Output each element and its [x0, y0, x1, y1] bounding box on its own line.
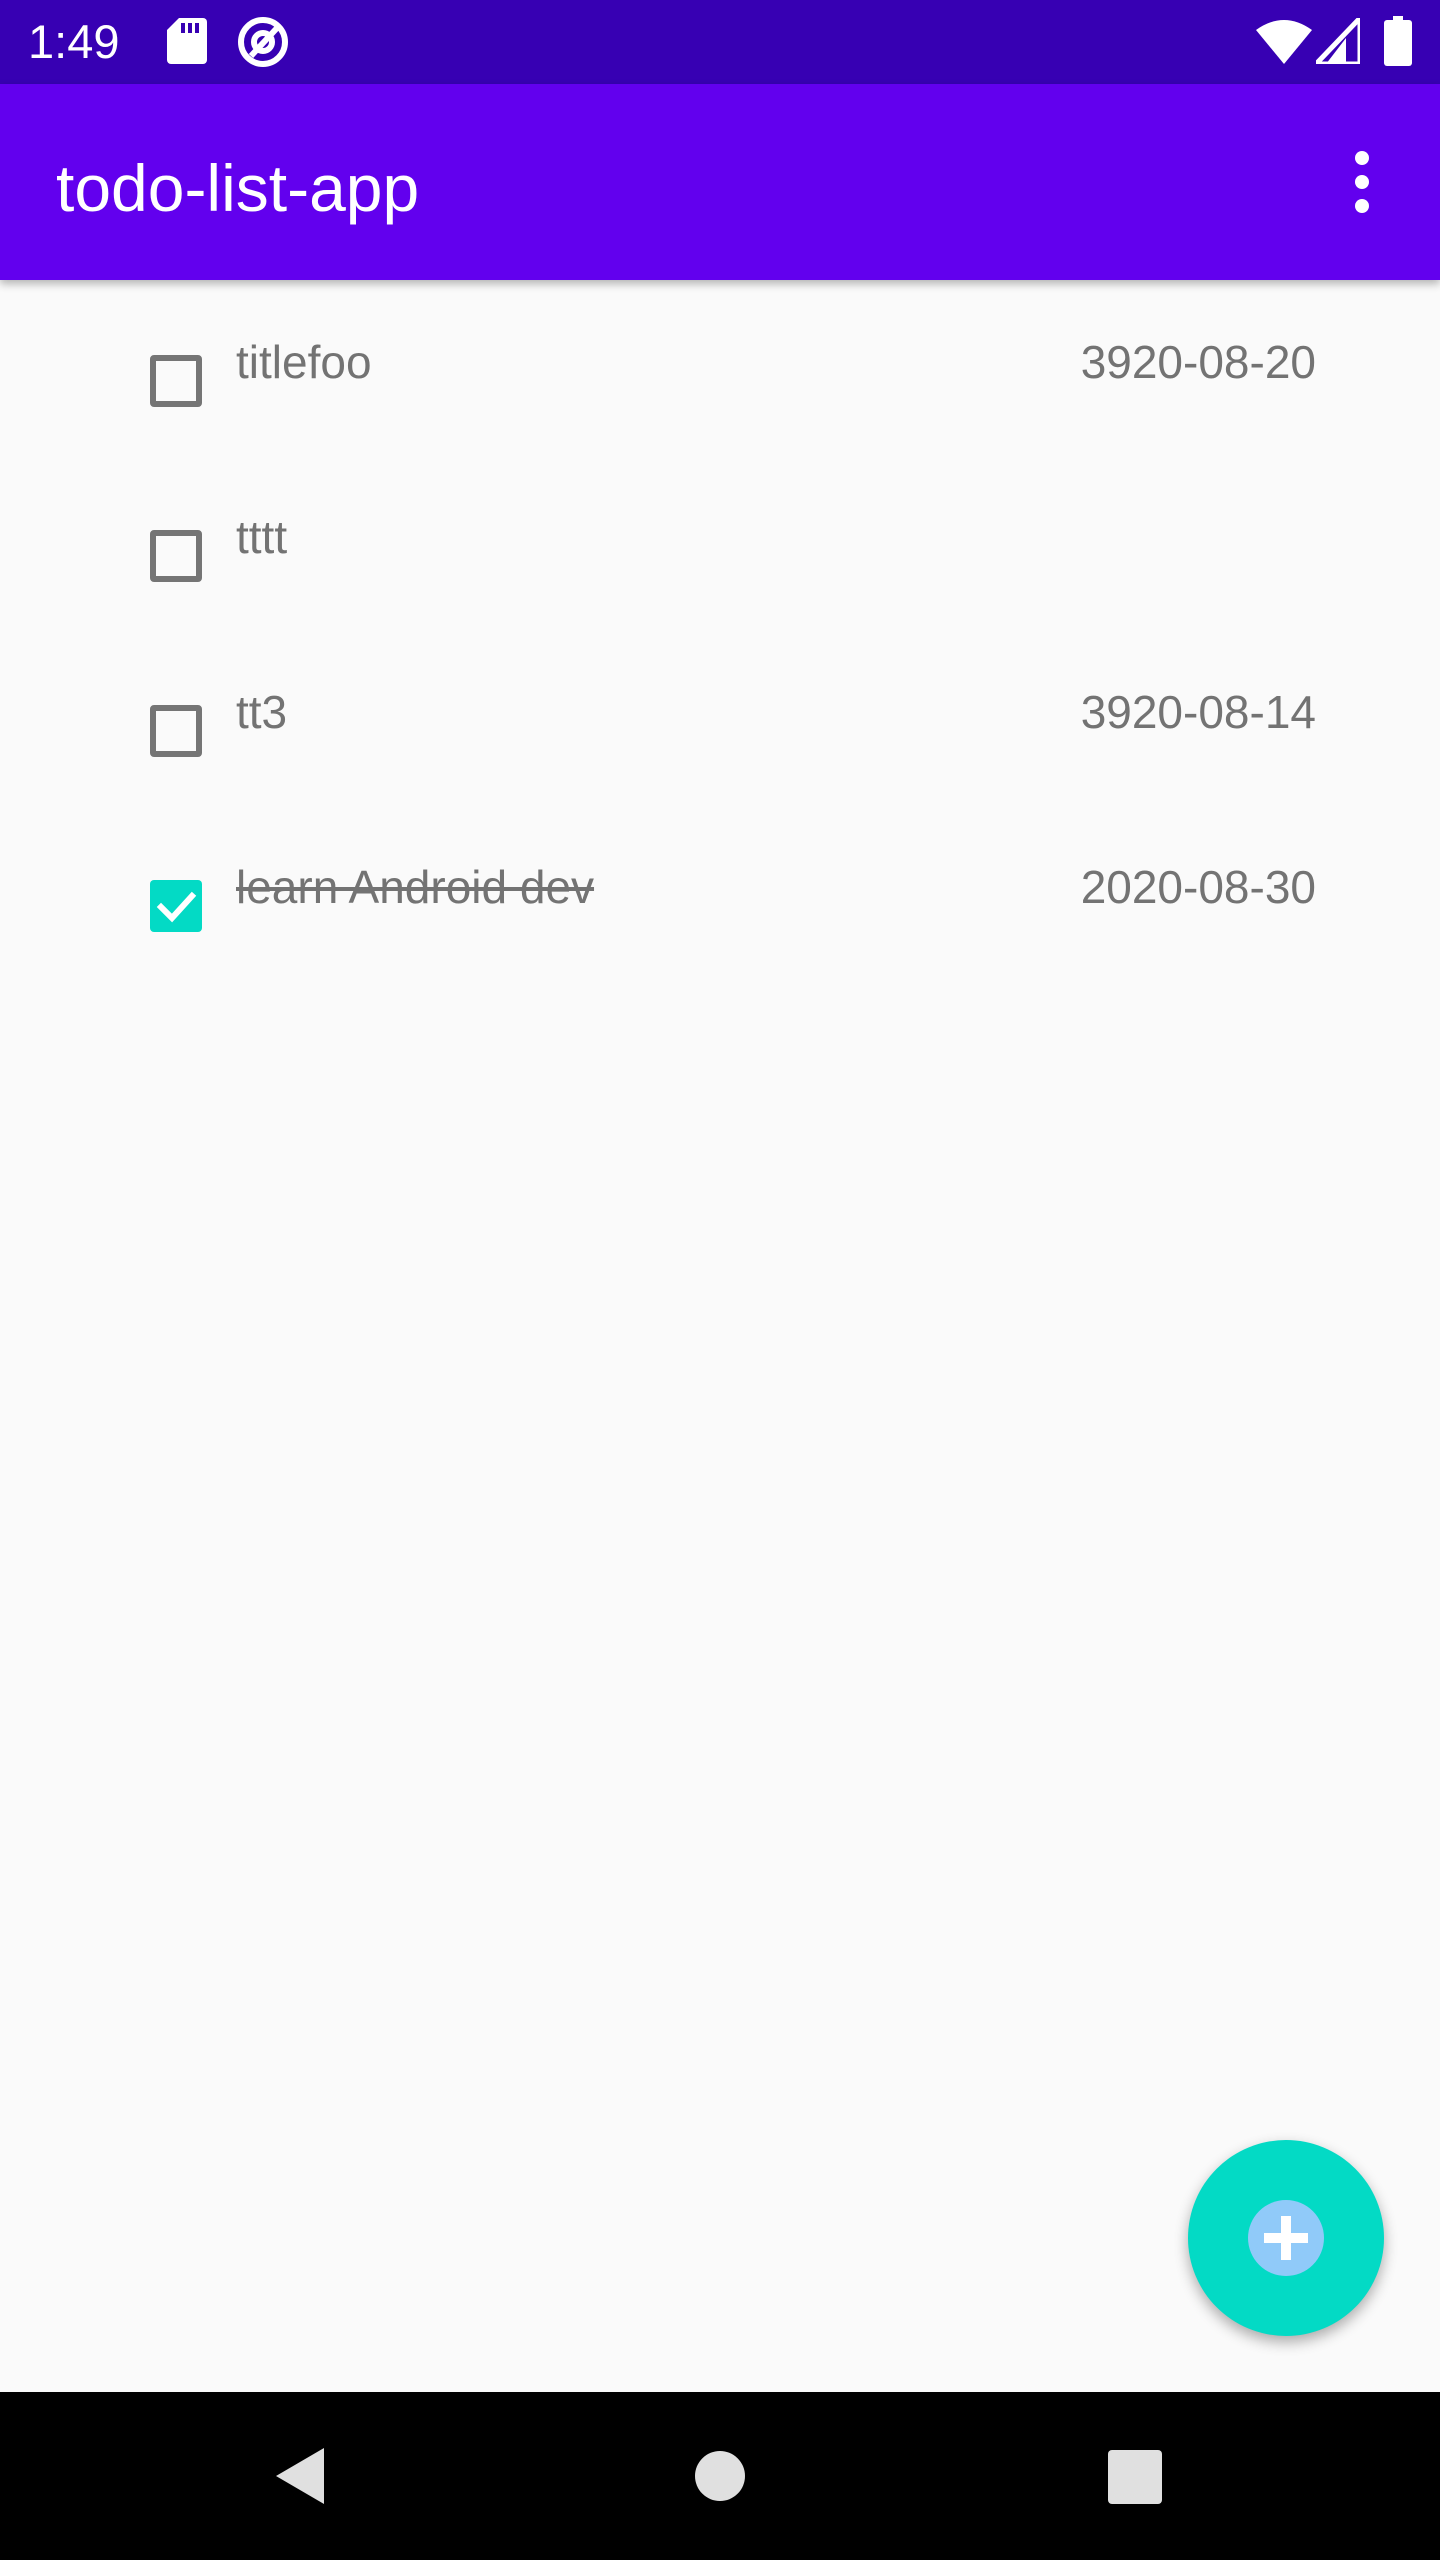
todo-list: titlefoo 3920-08-20 tttt tt3 3920-08-14 … [0, 280, 1440, 2390]
cell-signal-icon [1316, 18, 1360, 64]
recents-icon[interactable] [1108, 2450, 1162, 2504]
todo-checkbox[interactable] [150, 530, 202, 582]
todo-item[interactable]: tttt [0, 455, 1440, 630]
todo-date: 2020-08-30 [1080, 861, 1316, 913]
back-icon[interactable] [270, 2444, 330, 2508]
todo-checkbox-checked[interactable] [150, 880, 202, 932]
todo-title: tttt [236, 511, 288, 563]
home-icon[interactable] [694, 2450, 746, 2502]
status-time: 1:49 [28, 15, 120, 68]
more-vert-icon-dot [1355, 199, 1369, 213]
screen: 1:49 todo-list-app titlefoo 3920-08-20 t… [0, 0, 1440, 2560]
add-circle-icon [1248, 2200, 1324, 2276]
wifi-icon [1256, 20, 1312, 64]
check-icon [156, 891, 197, 923]
sd-card-icon [167, 18, 207, 64]
more-vert-icon [1355, 151, 1369, 165]
add-todo-button[interactable] [1188, 2140, 1384, 2336]
todo-title: tt3 [236, 686, 288, 738]
todo-item[interactable]: learn Android dev 2020-08-30 [0, 805, 1440, 980]
more-options-button[interactable] [1326, 134, 1398, 230]
more-vert-icon-dot [1355, 175, 1369, 189]
todo-checkbox[interactable] [150, 705, 202, 757]
todo-title: learn Android dev [236, 861, 595, 913]
battery-icon [1384, 16, 1412, 66]
app-bar: todo-list-app [0, 84, 1440, 280]
todo-date: 3920-08-20 [1080, 336, 1316, 388]
navigation-bar [0, 2392, 1440, 2560]
todo-title: titlefoo [236, 336, 372, 388]
todo-item[interactable]: titlefoo 3920-08-20 [0, 280, 1440, 455]
at-sign-icon [238, 17, 288, 67]
status-bar: 1:49 [0, 0, 1440, 84]
todo-date: 3920-08-14 [1080, 686, 1316, 738]
app-title: todo-list-app [56, 151, 420, 225]
todo-checkbox[interactable] [150, 355, 202, 407]
todo-item[interactable]: tt3 3920-08-14 [0, 630, 1440, 805]
